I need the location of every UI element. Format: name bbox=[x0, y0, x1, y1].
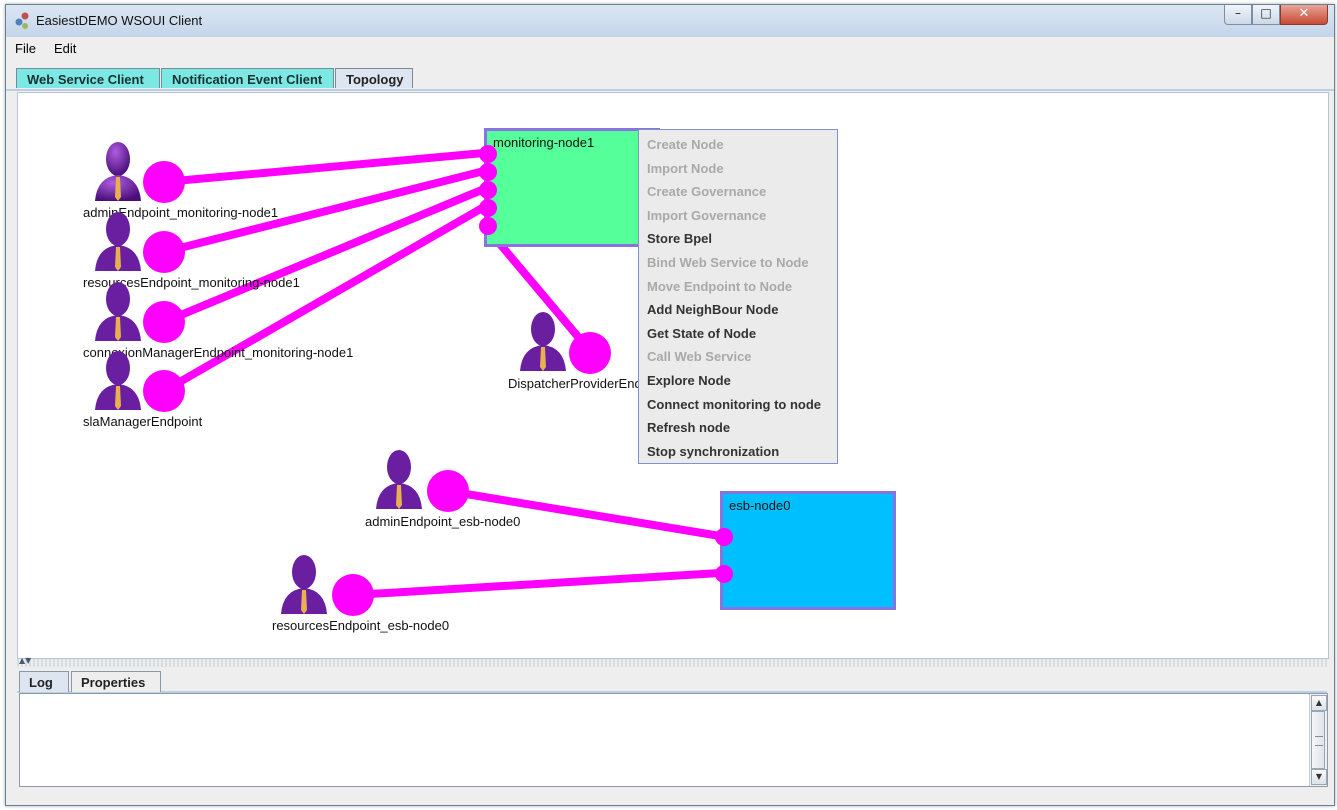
menu-file[interactable]: File bbox=[15, 41, 36, 56]
collapse-arrows-icon[interactable]: ▲▼ bbox=[19, 656, 31, 665]
close-button[interactable]: ✕ bbox=[1280, 5, 1328, 25]
node-label: monitoring-node1 bbox=[493, 135, 595, 150]
panel-splitter[interactable]: ▲▼ bbox=[17, 656, 1327, 667]
port-admin-monitoring bbox=[143, 161, 185, 203]
endpoint-label: resourcesEndpoint_esb-node0 bbox=[272, 618, 450, 633]
menu-item-explore-node[interactable]: Explore Node bbox=[647, 373, 731, 388]
endpoint-label: adminEndpoint_esb-node0 bbox=[365, 514, 521, 529]
node-esb-node0[interactable]: esb-node0 bbox=[720, 491, 896, 610]
title-bar[interactable]: EasiestDEMO WSOUI Client – □ ✕ bbox=[6, 5, 1334, 37]
maximize-button[interactable]: □ bbox=[1252, 5, 1280, 25]
person-icon bbox=[95, 212, 141, 271]
node-label: esb-node0 bbox=[729, 498, 791, 513]
tab-web-service-client[interactable]: Web Service Client bbox=[16, 68, 160, 88]
node-monitoring-node1[interactable]: monitoring-node1 bbox=[484, 128, 660, 247]
link-resources-esb bbox=[349, 569, 724, 599]
menu-item-get-state[interactable]: Get State of Node bbox=[647, 326, 756, 341]
tab-properties[interactable]: Properties bbox=[71, 671, 161, 692]
app-icon bbox=[15, 12, 29, 29]
menu-item-stop-synchronization[interactable]: Stop synchronization bbox=[647, 444, 779, 459]
endpoint-sla-monitoring[interactable] bbox=[93, 348, 143, 418]
minimize-button[interactable]: – bbox=[1224, 5, 1252, 25]
endpoint-admin-esb[interactable] bbox=[374, 447, 424, 517]
tab-notification-event-client[interactable]: Notification Event Client bbox=[161, 68, 334, 88]
menu-item-connect-monitoring[interactable]: Connect monitoring to node bbox=[647, 397, 821, 412]
person-icon bbox=[376, 450, 422, 509]
person-icon bbox=[281, 555, 327, 614]
menu-item-store-bpel[interactable]: Store Bpel bbox=[647, 231, 712, 246]
endpoint-resources-monitoring[interactable] bbox=[93, 209, 143, 279]
window-title: EasiestDEMO WSOUI Client bbox=[36, 13, 203, 28]
person-icon bbox=[520, 312, 566, 371]
port-sla-monitoring bbox=[143, 370, 185, 412]
menu-item-import-governance[interactable]: Import Governance bbox=[647, 208, 766, 223]
bottom-tab-bar: Log Properties bbox=[17, 669, 1327, 693]
scroll-up-icon[interactable]: ▲ bbox=[1311, 695, 1327, 711]
endpoint-resources-esb[interactable] bbox=[279, 552, 329, 622]
person-icon bbox=[95, 142, 141, 201]
maximize-icon: □ bbox=[1260, 6, 1272, 20]
log-scrollbar[interactable]: ▲ ▼ bbox=[1309, 694, 1327, 786]
menu-item-import-node[interactable]: Import Node bbox=[647, 161, 724, 176]
menu-item-refresh-node[interactable]: Refresh node bbox=[647, 420, 730, 435]
port-resources-esb bbox=[332, 574, 374, 616]
app-window: EasiestDEMO WSOUI Client – □ ✕ File Edit… bbox=[5, 4, 1335, 806]
menu-item-bind-web-service[interactable]: Bind Web Service to Node bbox=[647, 255, 809, 270]
tab-log[interactable]: Log bbox=[19, 671, 69, 692]
port-connexion-monitoring bbox=[143, 301, 185, 343]
menu-bar: File Edit bbox=[6, 37, 1334, 61]
menu-item-call-web-service[interactable]: Call Web Service bbox=[647, 349, 752, 364]
port-dispatcher bbox=[569, 332, 611, 374]
log-text-area[interactable]: ▲ ▼ bbox=[19, 693, 1328, 787]
scroll-thumb[interactable] bbox=[1311, 711, 1325, 769]
endpoint-dispatcher[interactable] bbox=[518, 309, 568, 379]
menu-item-move-endpoint[interactable]: Move Endpoint to Node bbox=[647, 279, 792, 294]
menu-item-create-governance[interactable]: Create Governance bbox=[647, 184, 766, 199]
main-tab-bar: Web Service Client Notification Event Cl… bbox=[6, 65, 1334, 91]
tab-topology[interactable]: Topology bbox=[335, 68, 413, 88]
scroll-down-icon[interactable]: ▼ bbox=[1311, 769, 1327, 785]
menu-item-create-node[interactable]: Create Node bbox=[647, 137, 724, 152]
endpoint-admin-monitoring[interactable] bbox=[93, 139, 143, 209]
close-icon: ✕ bbox=[1298, 6, 1310, 21]
node-context-menu: Create Node Import Node Create Governanc… bbox=[638, 129, 838, 464]
port-resources-monitoring bbox=[143, 231, 185, 273]
endpoint-label: slaManagerEndpoint bbox=[83, 414, 203, 429]
port-admin-esb bbox=[427, 470, 469, 512]
endpoint-connexion-monitoring[interactable] bbox=[93, 279, 143, 349]
minimize-icon: – bbox=[1235, 6, 1241, 20]
grip-icon bbox=[1315, 736, 1323, 746]
topology-canvas[interactable]: monitoring-node1 esb-node0 adminEndpoint… bbox=[17, 92, 1329, 659]
person-icon bbox=[95, 282, 141, 341]
link-admin-monitoring bbox=[160, 149, 488, 186]
menu-item-add-neighbour-node[interactable]: Add NeighBour Node bbox=[647, 302, 778, 317]
menu-edit[interactable]: Edit bbox=[54, 41, 76, 56]
person-icon bbox=[95, 351, 141, 410]
